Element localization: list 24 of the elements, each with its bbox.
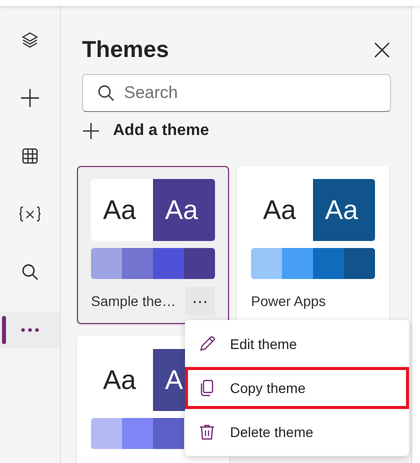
more-button[interactable] xyxy=(0,312,60,348)
plus-icon xyxy=(82,122,100,140)
close-button[interactable] xyxy=(373,40,391,58)
search-icon xyxy=(21,263,39,281)
font-sample: Aa xyxy=(91,179,153,241)
variable-icon xyxy=(18,205,42,223)
more-options-button[interactable]: ⋯ xyxy=(185,287,215,315)
table-icon xyxy=(21,147,39,165)
search-field[interactable]: Search xyxy=(82,74,391,112)
pencil-icon xyxy=(198,335,216,353)
theme-name: Power Apps xyxy=(251,293,326,309)
font-sample: Aa xyxy=(313,179,375,241)
menu-item[interactable]: Copy theme xyxy=(185,367,409,409)
copy-icon xyxy=(198,379,216,397)
layers-icon xyxy=(21,31,39,49)
theme-card[interactable]: Aa Aa Sample the… ⋯ xyxy=(77,166,229,324)
theme-name: Sample the… xyxy=(91,293,176,309)
trash-icon xyxy=(198,423,216,441)
panel-title: Themes xyxy=(82,36,169,63)
search-icon xyxy=(97,84,115,102)
font-sample: Aa xyxy=(153,179,215,241)
more-icon xyxy=(20,327,40,333)
add-theme-button[interactable]: Add a theme xyxy=(82,122,210,140)
plus-icon xyxy=(19,87,41,109)
